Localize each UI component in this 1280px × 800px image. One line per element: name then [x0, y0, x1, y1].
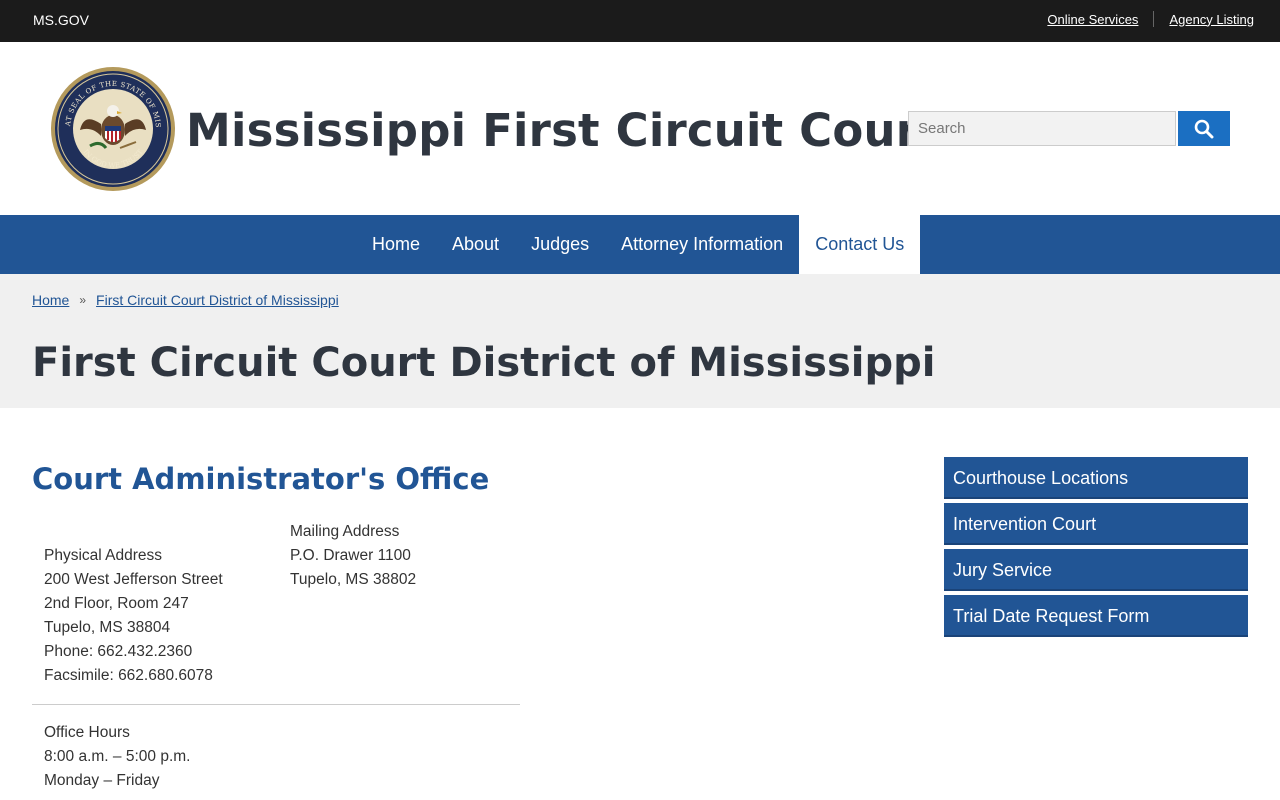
- sidebar-link-jury-service[interactable]: Jury Service: [944, 549, 1248, 591]
- sidebar-link-trial-date-request-form[interactable]: Trial Date Request Form: [944, 595, 1248, 637]
- site-title[interactable]: Mississippi First Circuit Court: [186, 104, 940, 157]
- site-header: THE GREAT SEAL OF THE STATE OF MISSISSIP…: [0, 42, 1280, 215]
- physical-address-block: Physical Address 200 West Jefferson Stre…: [44, 544, 223, 688]
- sidebar-links: Courthouse Locations Intervention Court …: [944, 457, 1248, 641]
- nav-item-attorney-information[interactable]: Attorney Information: [605, 215, 799, 274]
- top-links-divider: [1153, 11, 1155, 27]
- section-title: Court Administrator's Office: [32, 462, 490, 496]
- office-hours-block: Office Hours 8:00 a.m. – 5:00 p.m. Monda…: [44, 721, 190, 793]
- mailing-address-line2: Tupelo, MS 38802: [290, 571, 417, 588]
- phone-number: Phone: 662.432.2360: [44, 643, 193, 660]
- main-nav: Home About Judges Attorney Information C…: [0, 215, 1280, 274]
- main-content: Court Administrator's Office Physical Ad…: [0, 408, 1280, 800]
- fax-number: Facsimile: 662.680.6078: [44, 667, 213, 684]
- physical-address-line3: Tupelo, MS 38804: [44, 619, 171, 636]
- mailing-address-line1: P.O. Drawer 1100: [290, 547, 411, 564]
- mailing-address-block: Mailing Address P.O. Drawer 1100 Tupelo,…: [290, 520, 416, 592]
- physical-address-heading: Physical Address: [44, 547, 163, 564]
- content-divider: [32, 704, 520, 705]
- nav-item-about[interactable]: About: [436, 215, 515, 274]
- breadcrumb: Home » First Circuit Court District of M…: [32, 292, 339, 308]
- breadcrumb-home-link[interactable]: Home: [32, 292, 69, 308]
- office-hours-days: Monday – Friday: [44, 772, 160, 789]
- mailing-address-heading: Mailing Address: [290, 523, 400, 540]
- page-title-band: Home » First Circuit Court District of M…: [0, 274, 1280, 408]
- online-services-link[interactable]: Online Services: [1047, 12, 1138, 27]
- breadcrumb-separator: »: [79, 293, 87, 307]
- physical-address-line1: 200 West Jefferson Street: [44, 571, 223, 588]
- nav-item-home[interactable]: Home: [356, 215, 436, 274]
- nav-item-contact-us[interactable]: Contact Us: [799, 215, 921, 274]
- sidebar-link-intervention-court[interactable]: Intervention Court: [944, 503, 1248, 545]
- nav-item-judges[interactable]: Judges: [515, 215, 605, 274]
- search-input[interactable]: [908, 111, 1176, 146]
- search-button[interactable]: [1178, 111, 1230, 146]
- page-title: First Circuit Court District of Mississi…: [32, 340, 936, 386]
- breadcrumb-current-link[interactable]: First Circuit Court District of Mississi…: [96, 292, 339, 308]
- sidebar-link-courthouse-locations[interactable]: Courthouse Locations: [944, 457, 1248, 499]
- top-bar: MS.GOV Online Services Agency Listing: [0, 0, 1280, 42]
- top-links: Online Services Agency Listing: [1047, 11, 1254, 27]
- office-hours-time: 8:00 a.m. – 5:00 p.m.: [44, 748, 191, 765]
- msgov-link[interactable]: MS.GOV: [33, 12, 89, 28]
- state-seal-logo[interactable]: THE GREAT SEAL OF THE STATE OF MISSISSIP…: [50, 66, 176, 192]
- office-hours-heading: Office Hours: [44, 724, 130, 741]
- search-icon: [1194, 119, 1214, 138]
- physical-address-line2: 2nd Floor, Room 247: [44, 595, 189, 612]
- agency-listing-link[interactable]: Agency Listing: [1169, 12, 1254, 27]
